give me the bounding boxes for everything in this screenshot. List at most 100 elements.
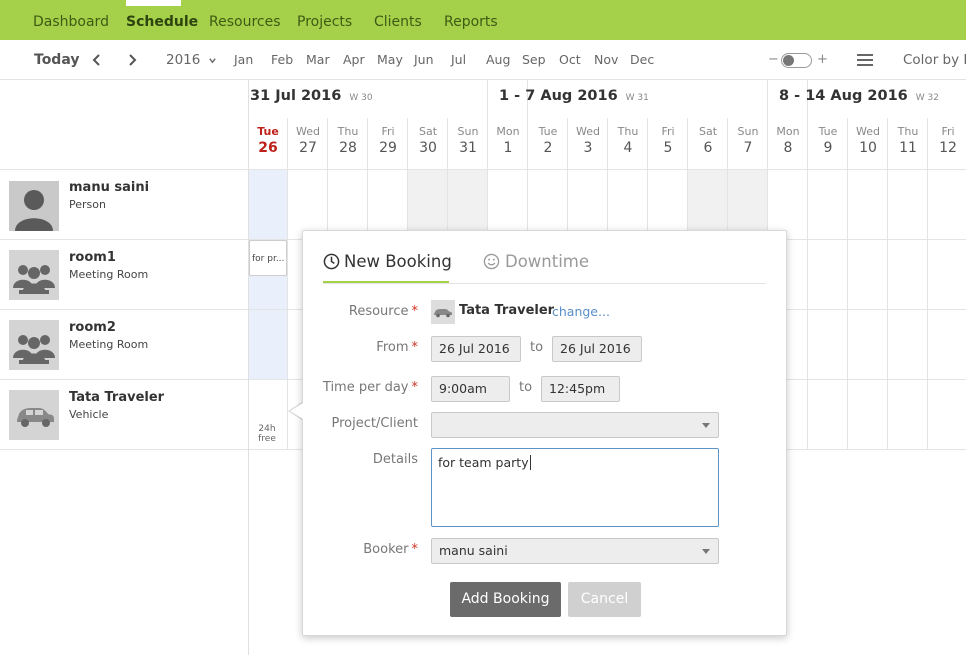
project-client-select[interactable] [431, 412, 719, 438]
day-header[interactable]: Sun 7 [728, 120, 768, 170]
day-header[interactable]: Sat 6 [688, 120, 728, 170]
nav-schedule[interactable]: Schedule [126, 0, 198, 40]
list-view-icon[interactable] [857, 54, 873, 67]
resource-row[interactable]: room1 Meeting Room [0, 240, 248, 310]
chevron-left-icon[interactable] [90, 53, 104, 67]
day-name: Mon [496, 125, 520, 138]
day-date: 8 [783, 140, 793, 156]
day-header[interactable]: Tue 9 [808, 120, 848, 170]
today-button[interactable]: Today [34, 40, 79, 80]
day-date: 5 [663, 140, 673, 156]
toolbar: Today 2016 Jan Feb Mar Apr May Jun Jul A… [0, 40, 966, 80]
nav-resources[interactable]: Resources [209, 0, 281, 40]
day-name: Thu [617, 125, 639, 138]
day-date: 31 [459, 140, 477, 156]
week-header-30: 31 Jul 2016 W 30 [250, 88, 373, 104]
booking-chip[interactable]: for pr... [249, 240, 287, 276]
month-apr[interactable]: Apr [343, 40, 365, 80]
day-header[interactable]: Fri 5 [648, 120, 688, 170]
year-select[interactable]: 2016 [166, 40, 200, 80]
toggle-knob [783, 55, 794, 66]
month-feb[interactable]: Feb [271, 40, 293, 80]
month-dec[interactable]: Dec [630, 40, 654, 80]
day-name: Thu [337, 125, 359, 138]
to-separator: to [519, 380, 533, 395]
person-icon [9, 181, 59, 231]
day-date: 9 [823, 140, 833, 156]
from-date-input[interactable]: 26 Jul 2016 [431, 336, 521, 362]
cancel-button[interactable]: Cancel [568, 582, 641, 617]
time-from-input[interactable]: 9:00am [431, 376, 510, 402]
day-name: Sun [737, 125, 759, 138]
month-jun[interactable]: Jun [414, 40, 434, 80]
day-date: 4 [623, 140, 633, 156]
time-to-input[interactable]: 12:45pm [541, 376, 620, 402]
booker-select[interactable]: manu saini [431, 538, 719, 564]
month-mar[interactable]: Mar [306, 40, 330, 80]
day-name: Wed [576, 125, 600, 138]
day-header[interactable]: Tue 2 [528, 120, 568, 170]
nav-clients[interactable]: Clients [374, 0, 422, 40]
car-icon [9, 390, 59, 440]
nav-reports[interactable]: Reports [444, 0, 498, 40]
day-header[interactable]: Wed 3 [568, 120, 608, 170]
resource-type: Person [69, 198, 106, 211]
add-booking-button[interactable]: Add Booking [450, 582, 561, 617]
resource-row[interactable]: Tata Traveler Vehicle [0, 380, 248, 450]
month-jan[interactable]: Jan [234, 40, 253, 80]
day-name: Fri [941, 125, 955, 138]
tab-downtime[interactable]: Downtime [483, 249, 589, 279]
month-aug[interactable]: Aug [486, 40, 510, 80]
day-header[interactable]: Wed 10 [848, 120, 888, 170]
color-by-select[interactable]: Color by P [903, 40, 966, 80]
day-header[interactable]: Fri 12 [928, 120, 966, 170]
popup-arrow-fill [290, 403, 303, 419]
day-name: Mon [776, 125, 800, 138]
nav-projects[interactable]: Projects [297, 0, 352, 40]
free-hours-label: 24h free [258, 424, 276, 444]
month-sep[interactable]: Sep [522, 40, 546, 80]
day-header[interactable]: Wed 27 [288, 120, 328, 170]
month-oct[interactable]: Oct [559, 40, 581, 80]
group-icon [9, 250, 59, 300]
zoom-in-button[interactable]: + [817, 40, 828, 80]
resource-row[interactable]: manu saini Person [0, 170, 248, 240]
day-date: 10 [859, 140, 877, 156]
resource-type: Meeting Room [69, 268, 149, 281]
resource-name: room2 [69, 320, 116, 335]
day-header[interactable]: Mon 1 [488, 120, 528, 170]
day-name: Wed [856, 125, 880, 138]
day-header[interactable]: Fri 29 [368, 120, 408, 170]
day-date: 29 [379, 140, 397, 156]
day-name: Fri [661, 125, 675, 138]
to-date-input[interactable]: 26 Jul 2016 [552, 336, 642, 362]
change-resource-link[interactable]: change... [552, 304, 610, 319]
details-textarea[interactable]: for team party [431, 448, 719, 527]
chevron-down-icon[interactable] [208, 56, 217, 65]
resource-name: manu saini [69, 180, 150, 195]
group-icon [9, 320, 59, 370]
month-nov[interactable]: Nov [594, 40, 618, 80]
day-date: 1 [503, 140, 513, 156]
day-header[interactable]: Thu 11 [888, 120, 928, 170]
nav-dashboard[interactable]: Dashboard [33, 0, 109, 40]
day-header[interactable]: Mon 8 [768, 120, 808, 170]
resource-row[interactable]: room2 Meeting Room [0, 310, 248, 380]
day-header[interactable]: Thu 28 [328, 120, 368, 170]
active-tab-underline [323, 281, 449, 283]
top-nav: Dashboard Schedule Resources Projects Cl… [0, 0, 966, 40]
tab-new-booking[interactable]: New Booking [323, 249, 452, 279]
day-header[interactable]: Sat 30 [408, 120, 448, 170]
day-header[interactable]: Thu 4 [608, 120, 648, 170]
zoom-out-button[interactable]: − [768, 40, 779, 80]
day-header[interactable]: Sun 31 [448, 120, 488, 170]
day-name: Sat [698, 125, 718, 138]
week-header-31: 1 - 7 Aug 2016 W 31 [499, 88, 649, 104]
zoom-toggle[interactable] [781, 53, 812, 68]
chevron-right-icon[interactable] [125, 53, 139, 67]
day-header[interactable]: Tue 26 [248, 120, 288, 170]
day-date: 7 [743, 140, 753, 156]
day-name: Thu [897, 125, 919, 138]
month-may[interactable]: May [377, 40, 403, 80]
month-jul[interactable]: Jul [451, 40, 466, 80]
